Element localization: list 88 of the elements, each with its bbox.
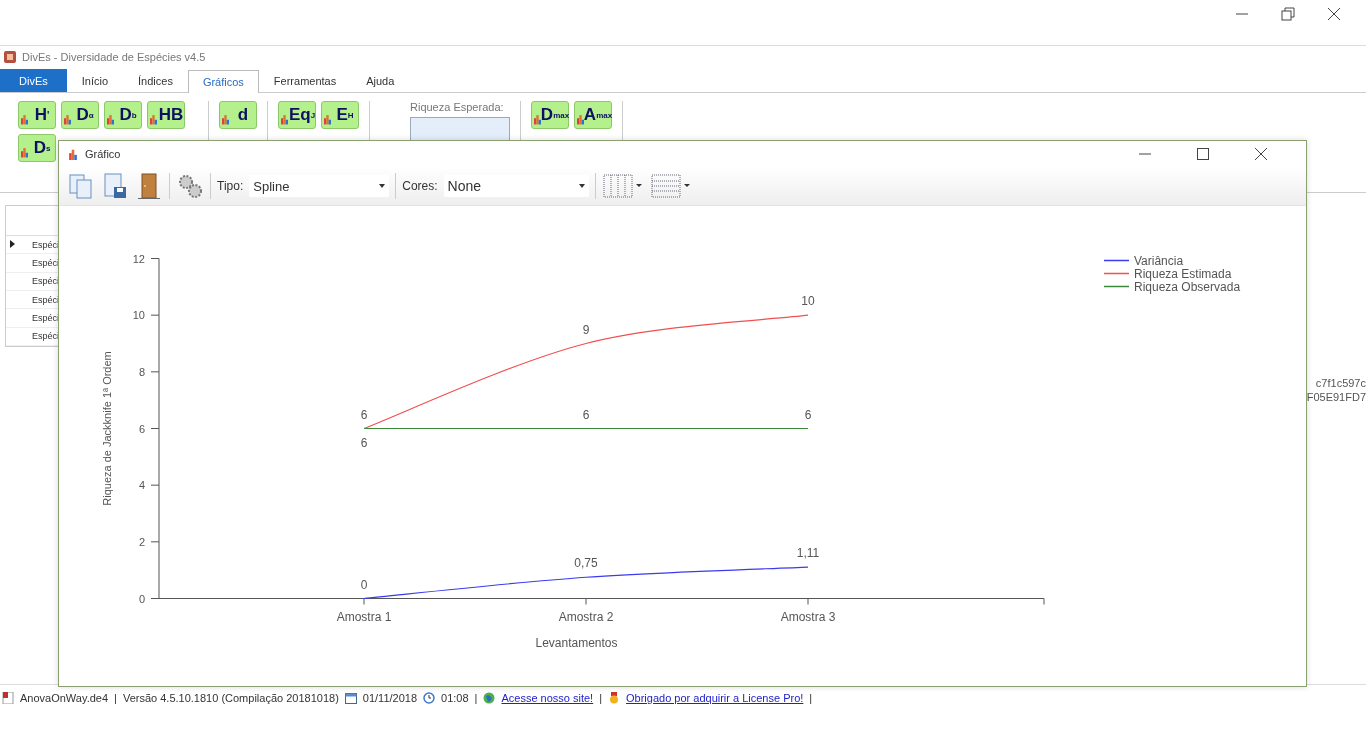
axis-title: Levantamentos [535,635,618,650]
tick-label: 6 [138,422,145,435]
ribbon-tab[interactable]: Ferramentas [258,69,352,92]
bar-chart-icon [67,148,79,160]
table-cell: Espéci [32,276,59,287]
bar-chart-icon [281,113,288,125]
ribbon-tab[interactable]: Início [66,69,124,92]
data-label: 10 [801,294,815,309]
legend-label: Riqueza Observada [1134,279,1241,294]
category-label: Amostra 1 [336,609,392,624]
input-field[interactable] [410,117,510,141]
legend-label: Riqueza Estimada [1134,266,1232,281]
tick-label: 12 [132,252,145,265]
type-dropdown[interactable]: Spline [249,175,390,197]
license-link[interactable]: Obrigado por adquirir a License Pro! [626,692,804,704]
data-label: 6 [582,407,590,422]
site-link[interactable]: Acesse nosso site! [501,692,594,704]
separator: | [114,692,117,704]
ribbon-tab[interactable]: Gráficos [187,70,259,93]
bar-chart-icon [577,113,584,125]
data-label: 0 [360,577,368,592]
door-icon[interactable] [135,172,163,200]
table-cell: Espéci [32,331,59,342]
bar-chart-icon [534,113,541,125]
bar-chart-icon [21,113,28,125]
table-cell: Espéci [32,239,59,250]
file-name: AnovaOnWay.de4 [20,692,109,704]
ribbon-button[interactable]: d [219,101,257,129]
axis-title: Riqueza de Jackknife 1ª Ordem [101,351,113,506]
vertical-grid-icon[interactable] [601,172,644,200]
data-label: 0,75 [574,556,598,571]
field-label: Cores: [402,179,438,193]
window-title: Gráfico [85,148,121,160]
gears-icon[interactable] [176,172,204,200]
calendar-icon [344,692,357,704]
tick-label: 2 [138,535,145,548]
legend-label: Variância [1134,253,1184,268]
ribbon-tab[interactable]: Ajuda [351,69,410,92]
table-cell: F05E91FD7 [1306,391,1366,403]
save-icon[interactable] [101,172,129,200]
field-label: Tipo: [217,179,244,193]
date-text: 01/11/2018 [362,692,418,704]
bar-chart-icon [222,113,229,125]
clock-icon [423,692,436,704]
bar-chart-icon [150,113,157,125]
data-label: 6 [360,435,368,450]
table-cell: Espéci [32,257,59,268]
separator: | [474,692,478,704]
separator: | [599,692,602,704]
time-text: 01:08 [441,692,469,704]
data-label: 9 [582,322,590,337]
app-icon [4,51,16,63]
data-label: 1,11 [796,546,820,561]
table-cell: c7f1c597c [1315,377,1366,389]
ribbon-button[interactable]: HB [147,101,185,129]
table-cell: Espéci [32,294,59,305]
table-cell: Espéci [32,312,59,323]
close-icon[interactable] [1254,147,1268,161]
bar-chart-icon [64,113,71,125]
bar-chart-icon [107,113,114,125]
caret-icon [578,184,585,188]
caret-icon [379,184,386,188]
version-text: Versão 4.5.10.1810 (Compilação 20181018) [122,692,339,704]
category-label: Amostra 2 [558,609,614,624]
tick-label: 8 [138,365,145,378]
category-label: Amostra 3 [780,609,836,624]
horizontal-grid-icon[interactable] [649,172,692,200]
separator: | [809,692,813,704]
field-label: Riqueza Esperada: [410,101,505,113]
window-title: DivEs - Diversidade de Espécies v4.5 [22,51,206,63]
colors-dropdown[interactable]: None [443,175,589,197]
close-icon[interactable] [1326,6,1342,22]
data-label: 6 [804,407,812,422]
data-label: 6 [360,407,368,422]
medal-icon [608,692,620,704]
legend-swatch [1103,285,1130,288]
restore-icon[interactable] [1280,6,1296,22]
maximize-icon[interactable] [1196,147,1210,161]
legend-swatch [1103,259,1130,262]
tick-label: 10 [132,309,145,322]
legend-swatch [1103,272,1130,275]
tick-label: 4 [138,479,145,492]
globe-icon [483,692,496,704]
ribbon-tab[interactable]: DivEs [0,69,67,92]
bar-chart-icon [324,113,331,125]
tick-label: 0 [138,592,145,605]
ribbon-tab[interactable]: Índices [123,69,188,92]
bar-chart-icon [21,146,28,158]
